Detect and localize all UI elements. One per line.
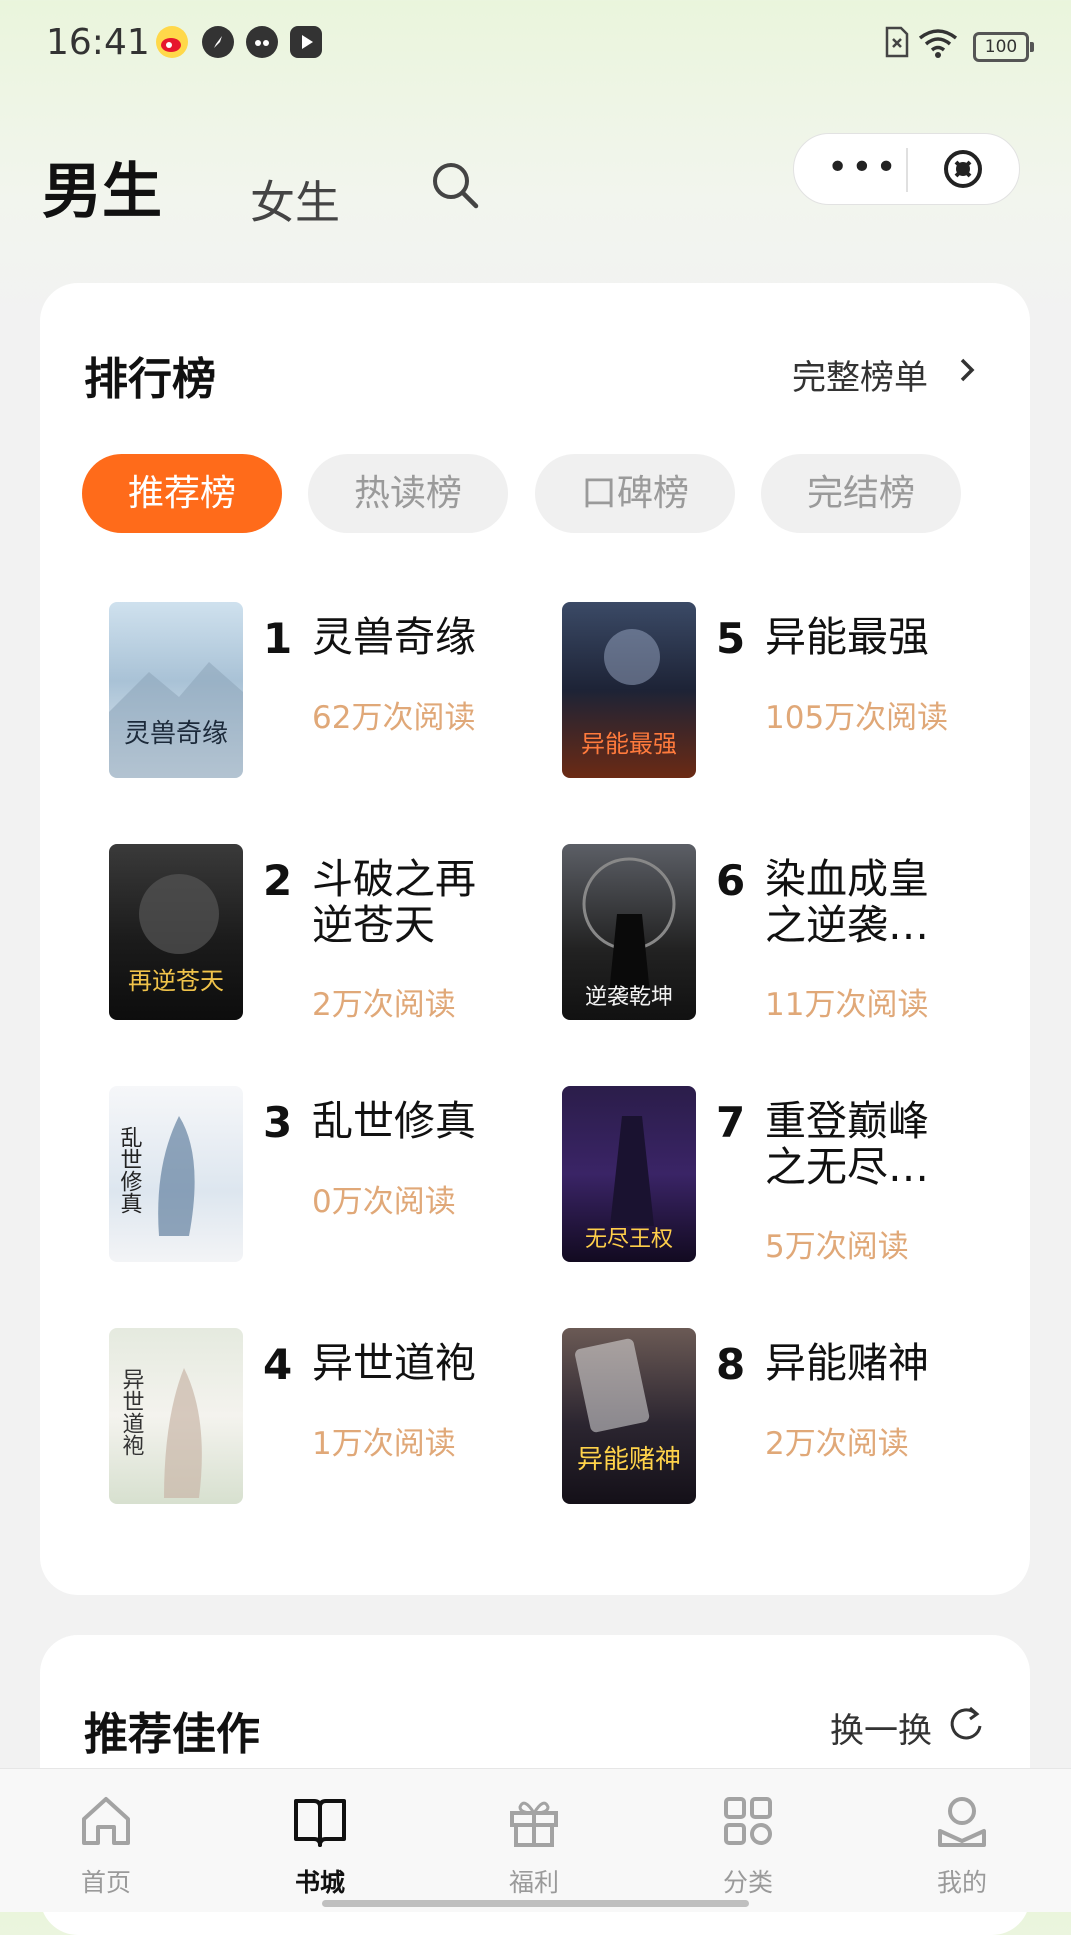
- book-title: 染血成皇之逆袭…: [765, 855, 929, 949]
- rank-number: 3: [263, 1098, 293, 1147]
- read-count: 11万次阅读: [765, 987, 929, 1023]
- status-time: 16:41: [46, 22, 150, 63]
- rank-number: 8: [716, 1340, 746, 1389]
- status-bar: 16:41 100: [0, 0, 1071, 90]
- more-options-icon[interactable]: •••: [827, 150, 900, 186]
- svg-text:逆袭乾坤: 逆袭乾坤: [585, 985, 673, 1010]
- swap-button[interactable]: 换一换: [830, 1703, 932, 1752]
- home-indicator: [322, 1900, 749, 1907]
- weibo-icon: [156, 26, 188, 58]
- tab-male[interactable]: 男生: [42, 143, 162, 230]
- book-title: 异能最强: [765, 613, 929, 661]
- nav-welfare-label: 福利: [508, 1868, 559, 1897]
- rank-number: 4: [263, 1340, 293, 1389]
- book-title: 斗破之再逆苍天: [312, 855, 476, 949]
- chip-hot[interactable]: 热读榜: [308, 454, 508, 533]
- mini-program-capsule: •••: [793, 133, 1020, 205]
- bottom-nav: 首页 书城 福利 分类 我的: [0, 1768, 1071, 1912]
- rank-number: 5: [716, 614, 746, 663]
- read-count: 105万次阅读: [765, 700, 949, 736]
- nav-mine-label: 我的: [936, 1868, 987, 1897]
- search-icon[interactable]: [430, 160, 480, 210]
- book-cover[interactable]: 灵兽奇缘: [109, 602, 243, 778]
- book-title: 异世道袍: [312, 1339, 476, 1387]
- book-icon: [294, 1799, 346, 1847]
- capsule-divider: [906, 148, 908, 192]
- book-cover[interactable]: 异能最强: [562, 602, 696, 778]
- sim-icon: [885, 26, 909, 58]
- read-count: 1万次阅读: [312, 1426, 456, 1462]
- gift-icon: [510, 1801, 558, 1847]
- nav-home-label: 首页: [80, 1868, 131, 1897]
- full-ranking-link[interactable]: 完整榜单: [792, 350, 928, 399]
- nav-mine[interactable]: 我的: [892, 1769, 1032, 1912]
- read-count: 5万次阅读: [765, 1229, 909, 1265]
- book-cover[interactable]: 异能赌神: [562, 1328, 696, 1504]
- recommend-title: 推荐佳作: [84, 1709, 260, 1760]
- read-count: 0万次阅读: [312, 1184, 456, 1220]
- chip-recommend[interactable]: 推荐榜: [82, 454, 282, 533]
- book-title: 灵兽奇缘: [312, 613, 476, 661]
- book-title: 乱世修真: [312, 1097, 476, 1145]
- rank-number: 2: [263, 856, 293, 905]
- nav-home[interactable]: 首页: [36, 1769, 176, 1912]
- nav-bookstore-label: 书城: [294, 1868, 345, 1897]
- svg-text:乱世修真: 乱世修真: [117, 1126, 143, 1214]
- chip-reputation[interactable]: 口碑榜: [535, 454, 735, 533]
- svg-text:再逆苍天: 再逆苍天: [128, 967, 224, 995]
- rank-number: 1: [263, 614, 293, 663]
- svg-text:灵兽奇缘: 灵兽奇缘: [124, 719, 228, 749]
- book-cover[interactable]: 逆袭乾坤: [562, 844, 696, 1020]
- wifi-icon: [918, 29, 958, 58]
- battery-indicator: 100: [973, 32, 1034, 62]
- book-cover[interactable]: 异世道袍: [109, 1328, 243, 1504]
- svg-text:异能最强: 异能最强: [581, 730, 677, 758]
- chip-completed[interactable]: 完结榜: [761, 454, 961, 533]
- cat-icon: [246, 26, 278, 58]
- grid-icon: [724, 1797, 772, 1845]
- book-title: 重登巅峰之无尽…: [765, 1097, 929, 1191]
- rank-number: 6: [716, 856, 746, 905]
- nav-category-label: 分类: [722, 1868, 773, 1897]
- svg-text:异世道袍: 异世道袍: [119, 1368, 145, 1456]
- compass-icon: [202, 26, 234, 58]
- book-title: 异能赌神: [765, 1339, 929, 1387]
- read-count: 2万次阅读: [312, 987, 456, 1023]
- book-cover[interactable]: 无尽王权: [562, 1086, 696, 1262]
- nav-category[interactable]: 分类: [678, 1769, 818, 1912]
- ranking-title: 排行榜: [84, 354, 216, 405]
- rank-number: 7: [716, 1098, 746, 1147]
- home-icon: [82, 1797, 130, 1845]
- tab-female[interactable]: 女生: [250, 166, 340, 231]
- close-icon[interactable]: [942, 148, 984, 190]
- nav-welfare[interactable]: 福利: [464, 1769, 604, 1912]
- play-icon: [290, 26, 322, 58]
- chevron-right-icon[interactable]: [954, 355, 980, 385]
- refresh-icon[interactable]: [948, 1704, 984, 1744]
- user-icon: [938, 1797, 986, 1847]
- book-cover[interactable]: 乱世修真: [109, 1086, 243, 1262]
- svg-text:异能赌神: 异能赌神: [577, 1445, 681, 1475]
- book-cover[interactable]: 再逆苍天: [109, 844, 243, 1020]
- svg-text:无尽王权: 无尽王权: [585, 1227, 673, 1252]
- read-count: 2万次阅读: [765, 1426, 909, 1462]
- read-count: 62万次阅读: [312, 700, 476, 736]
- nav-bookstore[interactable]: 书城: [250, 1769, 390, 1912]
